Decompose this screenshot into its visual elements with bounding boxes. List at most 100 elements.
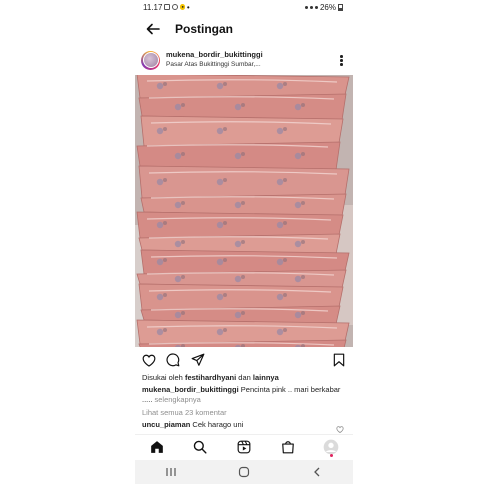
embroidery-flower [276,221,284,229]
tab-profile[interactable] [320,436,342,458]
embroidery-flower [294,311,302,319]
back-button[interactable] [143,19,163,39]
folded-mukena [140,115,344,147]
embroidery-leaf [163,328,167,332]
embroidery-leaf [223,328,227,332]
comment-icon [166,353,180,367]
embroidery-leaf [301,311,305,315]
recents-button[interactable] [160,462,182,482]
system-home-button[interactable] [233,462,255,482]
folded-mukena [138,165,350,199]
status-left: 11.17 ● • [143,3,190,12]
embroidery-leaf [181,103,185,107]
embroidery-flower [216,82,224,90]
system-back-button[interactable] [306,462,328,482]
likes-prefix: Disukai oleh [142,373,185,382]
embroidery-leaf [241,201,245,205]
embroidery-leaf [181,311,185,315]
instagram-screen: 11.17 ● • 26% Postingan mukena_bordir_bu [135,0,353,486]
comment-button[interactable] [165,352,181,368]
post-username[interactable]: mukena_bordir_bukittinggi [166,50,263,60]
likes-user[interactable]: festihardhyani [185,373,236,382]
system-nav-bar [135,460,353,484]
embroidery-leaf [223,82,227,86]
embroidery-flower [276,178,284,186]
likes-line: Disukai oleh festihardhyani dan lainnya [142,373,279,382]
embroidery-flower [156,293,164,301]
embroidery-leaf [181,152,185,156]
avatar[interactable] [141,50,160,70]
caption-more-link[interactable]: selengkapnya [152,395,201,404]
status-right: 26% [304,2,343,12]
embroidery-leaf [241,275,245,279]
status-dot: • [186,2,190,12]
embroidery-leaf [163,221,167,225]
likes-connector: dan [236,373,253,382]
gallery-notification-icon [164,4,171,10]
battery-percent: 26% [319,2,336,12]
embroidery-flower [216,258,224,266]
more-options-button[interactable] [340,55,343,66]
tab-search[interactable] [189,436,211,458]
embroidery-flower [174,103,182,111]
embroidery-flower [174,201,182,209]
embroidery-leaf [223,178,227,182]
post-author: mukena_bordir_bukittinggi Pasar Atas Buk… [166,50,263,70]
save-button[interactable] [331,352,347,368]
embroidery-leaf [283,82,287,86]
more-dot-3 [340,63,343,66]
embroidery-leaf [181,240,185,244]
embroidery-leaf [301,152,305,156]
share-button[interactable] [190,352,206,368]
like-button[interactable] [141,352,157,368]
post-actions [135,352,353,368]
wifi-icon [309,5,313,9]
embroidery-flower [276,258,284,266]
embroidery-leaf [223,221,227,225]
tab-reels[interactable] [233,436,255,458]
folded-mukena [136,211,344,239]
embroidery-leaf [283,178,287,182]
status-bar: 11.17 ● • 26% [135,0,353,14]
embroidery-leaf [283,293,287,297]
embroidery-flower [174,275,182,283]
tab-home[interactable] [146,436,168,458]
embroidery-flower [294,103,302,111]
embroidery-flower [276,82,284,90]
bottom-tab-bar [135,434,353,459]
pink-mukena-stack-photo [135,75,353,347]
embroidery-flower [294,201,302,209]
top-comment: uncu_piaman Cek harago uni [142,420,348,429]
avatar-image [143,53,158,67]
embroidery-flower [234,240,242,248]
post-caption: mukena_bordir_bukittinggi Pencinta pink … [142,385,348,405]
battery-icon [338,3,343,11]
embroidery-leaf [163,82,167,86]
embroidery-flower [276,293,284,301]
embroidery-flower [174,240,182,248]
whatsapp-notification-icon [172,4,179,10]
embroidery-flower [216,328,224,336]
embroidery-leaf [301,275,305,279]
share-icon [191,353,205,366]
view-all-comments-link[interactable]: Lihat semua 23 komentar [142,408,227,417]
home-icon [150,441,163,453]
post-location[interactable]: Pasar Atas Bukittinggi Sumbar,... [166,60,263,70]
embroidery-flower [216,293,224,301]
embroidery-leaf [163,293,167,297]
embroidery-flower [234,311,242,319]
embroidery-leaf [241,240,245,244]
caption-username[interactable]: mukena_bordir_bukittinggi [142,385,239,394]
embroidery-flower [234,275,242,283]
embroidery-leaf [181,275,185,279]
comment-text: Cek harago uni [190,420,244,429]
post-image[interactable] [135,75,353,347]
comment-username[interactable]: uncu_piaman [142,420,190,429]
tab-shop[interactable] [277,436,299,458]
likes-others[interactable]: lainnya [253,373,279,382]
embroidery-flower [156,258,164,266]
embroidery-flower [156,178,164,186]
notification-dot [329,454,333,457]
profile-icon [323,439,339,455]
heart-icon [142,354,156,367]
